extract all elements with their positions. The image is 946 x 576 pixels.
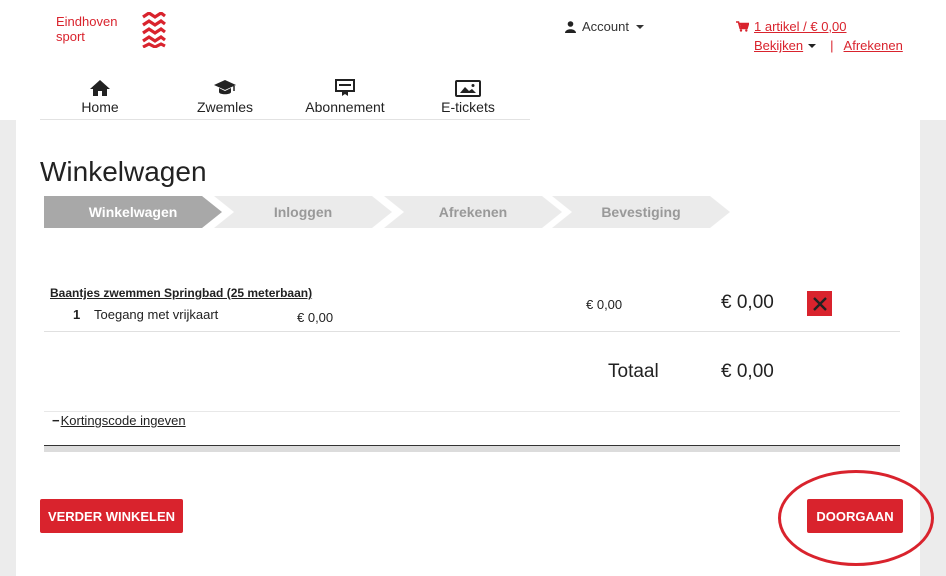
nav-label-e-tickets: E-tickets — [441, 99, 495, 115]
continue-shopping-button[interactable]: VERDER WINKELEN — [40, 499, 183, 533]
brand-name-line2: sport — [56, 29, 85, 44]
nav-item-abonnement[interactable]: Abonnement — [300, 76, 390, 115]
home-icon — [90, 80, 110, 96]
brand-name-line1: Eindhoven — [56, 14, 118, 29]
divider — [44, 331, 900, 332]
footer-bar — [44, 446, 900, 452]
site-header: Eindhoven sport Account 1 artikel / € 0,… — [0, 0, 946, 120]
cart-item-quantity: 1 — [73, 307, 81, 322]
divider — [44, 411, 900, 412]
cart-item-title-link[interactable]: Baantjes zwemmen Springbad (25 meterbaan… — [50, 286, 312, 300]
step-bevestiging: Bevestiging — [552, 196, 730, 228]
user-icon — [565, 20, 576, 33]
cart-item-price: € 0,00 — [586, 297, 623, 312]
chevron-down-icon — [635, 24, 644, 29]
cart-checkout-link[interactable]: Afrekenen — [844, 38, 903, 53]
proceed-button[interactable]: DOORGAAN — [807, 499, 903, 533]
cart-item-line-total: € 0,00 — [721, 292, 774, 313]
step-afrekenen: Afrekenen — [384, 196, 562, 228]
brand-logo[interactable]: Eindhoven sport — [56, 12, 166, 48]
nav-label-abonnement: Abonnement — [305, 99, 385, 115]
nav-label-zwemles: Zwemles — [196, 99, 253, 115]
nav-item-home[interactable]: Home — [80, 76, 120, 115]
total-label: Totaal — [608, 361, 659, 382]
nav-label-home: Home — [81, 99, 119, 115]
page-title: Winkelwagen — [40, 156, 207, 187]
account-label: Account — [582, 19, 629, 34]
membership-card-icon — [335, 79, 355, 96]
cart-links-separator: | — [830, 38, 834, 53]
cart-view-link[interactable]: Bekijken — [754, 38, 803, 53]
cart-item-unit-price: € 0,00 — [297, 310, 334, 325]
collapse-icon: − — [52, 413, 60, 428]
close-icon — [812, 296, 827, 311]
step-inloggen: Inloggen — [214, 196, 392, 228]
graduation-cap-icon — [214, 80, 236, 95]
cart-content-panel: Winkelwagen Winkelwagen Inloggen Afreken… — [16, 120, 920, 576]
discount-code-link: Kortingscode ingeven — [60, 413, 186, 428]
discount-code-toggle[interactable]: − Kortingscode ingeven — [52, 413, 186, 428]
cart-summary[interactable]: 1 artikel / € 0,00 — [736, 19, 847, 34]
brand-wave-icon — [142, 12, 166, 48]
image-ticket-icon — [455, 80, 481, 97]
shopping-cart-icon — [736, 21, 749, 32]
chevron-down-icon — [808, 43, 817, 48]
cart-links: Bekijken | Afrekenen — [754, 38, 903, 53]
account-menu[interactable]: Account — [565, 19, 644, 34]
remove-item-button[interactable] — [807, 291, 832, 316]
step-winkelwagen: Winkelwagen — [44, 196, 222, 228]
main-nav: Home Zwemles Abonnement E-tickets — [40, 76, 530, 120]
cart-summary-link[interactable]: 1 artikel / € 0,00 — [754, 19, 847, 34]
nav-item-zwemles[interactable]: Zwemles — [190, 76, 260, 115]
cart-item-description: Toegang met vrijkaart — [94, 307, 219, 322]
total-value: € 0,00 — [721, 361, 774, 382]
nav-item-e-tickets[interactable]: E-tickets — [434, 76, 502, 115]
